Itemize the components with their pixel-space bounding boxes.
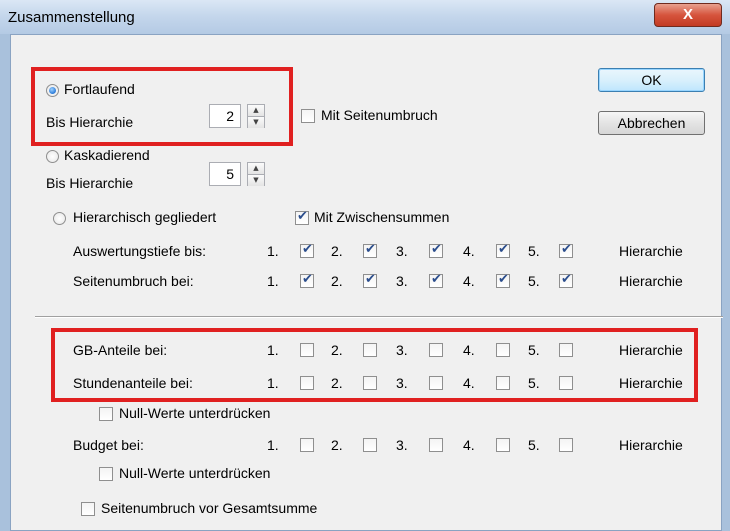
level-label: 1. <box>267 437 279 453</box>
label-null-werte: Null-Werte unterdrücken <box>119 405 271 421</box>
label-hierarchie: Hierarchie <box>619 273 683 289</box>
checkbox-null-werte[interactable] <box>99 407 113 421</box>
ok-button[interactable]: OK <box>598 68 705 92</box>
title-bar[interactable]: Zusammenstellung X <box>0 0 730 34</box>
label-kaskadierend: Kaskadierend <box>64 147 150 163</box>
level-label: 5. <box>528 273 540 289</box>
checkbox-seitenumbruch-1[interactable] <box>300 272 314 288</box>
spin-up-icon[interactable]: ▲ <box>248 163 264 175</box>
checkbox-budget-4[interactable] <box>496 438 510 452</box>
dialog-client-area: Fortlaufend Bis Hierarchie 2 ▲ ▼ Mit Sei… <box>10 34 723 531</box>
cancel-button[interactable]: Abbrechen <box>598 111 705 135</box>
checkbox-budget-1[interactable] <box>300 438 314 452</box>
spin-down-icon[interactable]: ▼ <box>248 175 264 186</box>
level-label: 4. <box>463 243 475 259</box>
level-label: 4. <box>463 437 475 453</box>
level-label: 2. <box>331 243 343 259</box>
checkbox-seitenumbruch-3[interactable] <box>429 272 443 288</box>
label-hierarchie: Hierarchie <box>619 437 683 453</box>
checkbox-mit-seitenumbruch[interactable] <box>301 109 315 123</box>
window-title: Zusammenstellung <box>8 9 135 26</box>
level-label: 3. <box>396 273 408 289</box>
checkbox-auswertung-1[interactable] <box>300 242 314 258</box>
level-label: 2. <box>331 437 343 453</box>
level-label: 5. <box>528 437 540 453</box>
checkbox-seitenumbruch-2[interactable] <box>363 272 377 288</box>
separator-line-highlight <box>35 317 723 318</box>
highlight-box-fortlaufend <box>31 67 293 146</box>
label-seitenumbruch-bei: Seitenumbruch bei: <box>73 273 194 289</box>
checkbox-budget-5[interactable] <box>559 438 573 452</box>
checkbox-seitenumbruch-4[interactable] <box>496 272 510 288</box>
label-budget-null-werte: Null-Werte unterdrücken <box>119 465 271 481</box>
level-label: 1. <box>267 243 279 259</box>
level-label: 3. <box>396 437 408 453</box>
close-icon: X <box>682 6 693 23</box>
checkbox-auswertung-3[interactable] <box>429 242 443 258</box>
checkbox-seitenumbruch-gesamtsumme[interactable] <box>81 502 95 516</box>
checkbox-budget-3[interactable] <box>429 438 443 452</box>
radio-hierarchisch[interactable] <box>53 212 66 225</box>
level-label: 5. <box>528 243 540 259</box>
level-label: 1. <box>267 273 279 289</box>
label-hierarchie: Hierarchie <box>619 243 683 259</box>
level-label: 4. <box>463 273 475 289</box>
dialog-window: Zusammenstellung X Fortlaufend Bis Hiera… <box>0 0 730 531</box>
checkbox-budget-2[interactable] <box>363 438 377 452</box>
checkbox-mit-zwischensummen[interactable] <box>295 209 309 225</box>
checkbox-auswertung-4[interactable] <box>496 242 510 258</box>
label-budget: Budget bei: <box>73 437 144 453</box>
level-label: 2. <box>331 273 343 289</box>
kaskadierend-hierarchy-spinner[interactable]: ▲ ▼ <box>247 162 265 186</box>
checkbox-auswertung-5[interactable] <box>559 242 573 258</box>
close-button[interactable]: X <box>654 3 722 27</box>
checkbox-auswertung-2[interactable] <box>363 242 377 258</box>
kaskadierend-hierarchy-input[interactable]: 5 <box>209 162 241 186</box>
checkbox-seitenumbruch-5[interactable] <box>559 272 573 288</box>
label-mit-seitenumbruch: Mit Seitenumbruch <box>321 107 438 123</box>
checkbox-budget-null-werte[interactable] <box>99 467 113 481</box>
level-label: 3. <box>396 243 408 259</box>
label-auswertungstiefe: Auswertungstiefe bis: <box>73 243 207 259</box>
label-kaskadierend-bis-hierarchie: Bis Hierarchie <box>46 175 134 191</box>
label-seitenumbruch-gesamtsumme: Seitenumbruch vor Gesamtsumme <box>101 500 318 516</box>
radio-kaskadierend[interactable] <box>46 150 59 163</box>
highlight-box-anteile <box>51 328 698 402</box>
label-hierarchisch: Hierarchisch gegliedert <box>73 209 217 225</box>
label-mit-zwischensummen: Mit Zwischensummen <box>314 209 450 225</box>
kaskadierend-hierarchy-value: 5 <box>226 166 234 182</box>
